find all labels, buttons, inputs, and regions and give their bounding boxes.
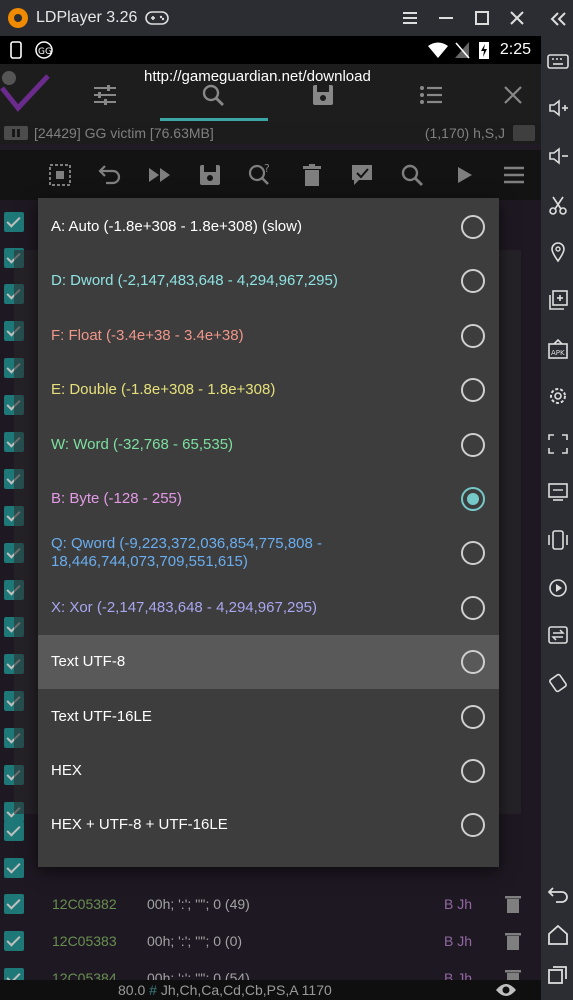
maximize-icon[interactable] (472, 8, 492, 28)
emulator-titlebar: LDPlayer 3.26 (0, 0, 573, 36)
collapse-sidebar-icon[interactable] (547, 8, 569, 30)
rotate-icon[interactable] (547, 672, 569, 694)
volume-up-icon[interactable] (547, 97, 569, 119)
sync-icon[interactable] (547, 624, 569, 646)
android-statusbar: GG 2:25 (0, 36, 541, 64)
radio-button[interactable] (461, 813, 485, 838)
type-option-label: E: Double (-1.8e+308 - 1.8e+308) (51, 381, 276, 399)
radio-button[interactable] (461, 650, 485, 675)
screen-record-icon[interactable] (547, 481, 569, 503)
settings-sliders-icon[interactable] (92, 82, 118, 108)
type-option-label: D: Dword (-2,147,483,648 - 4,294,967,295… (51, 272, 338, 290)
radio-button[interactable] (461, 215, 485, 239)
gamepad-icon[interactable] (145, 10, 170, 26)
shake-icon[interactable] (547, 529, 569, 551)
type-option[interactable]: HEX + UTF-8 + UTF-16LE (38, 798, 499, 852)
type-option[interactable]: E: Double (-1.8e+308 - 1.8e+308) (38, 363, 499, 417)
close-icon[interactable] (507, 8, 527, 28)
type-option[interactable]: W: Word (-32,768 - 65,535) (38, 418, 499, 472)
type-option[interactable]: Text UTF-8 (38, 635, 499, 690)
apk-install-icon[interactable]: APK (547, 338, 569, 360)
gg-logo-icon (0, 71, 50, 112)
value-type-dropdown: A: Auto (-1.8e+308 - 1.8e+308) (slow) D: … (38, 198, 499, 867)
type-option[interactable]: Q: Qword (-9,223,372,036,854,775,808 - 1… (38, 526, 499, 580)
ldplayer-logo-icon (8, 8, 28, 28)
multi-instance-icon[interactable] (547, 289, 569, 311)
type-option-label: HEX + UTF-8 + UTF-16LE (51, 816, 228, 834)
svg-text:GG: GG (38, 47, 52, 57)
type-option[interactable]: F: Float (-3.4e+38 - 3.4e+38) (38, 309, 499, 363)
location-icon[interactable] (547, 241, 569, 263)
scissors-icon[interactable] (547, 194, 569, 216)
no-signal-icon (455, 42, 470, 59)
radio-button[interactable] (461, 541, 485, 566)
gg-header: http://gameguardian.net/download (0, 64, 541, 122)
list-tab-icon[interactable] (418, 82, 444, 108)
radio-button[interactable] (461, 704, 485, 729)
phone-icon (10, 41, 22, 59)
recent-apps-icon[interactable] (547, 964, 569, 986)
fullscreen-icon[interactable] (547, 433, 569, 455)
type-option[interactable]: B: Byte (-128 - 255) (38, 472, 499, 526)
wifi-icon (428, 42, 448, 58)
radio-button[interactable] (461, 432, 485, 457)
radio-button[interactable] (461, 269, 485, 294)
window-title: LDPlayer 3.26 (36, 9, 138, 26)
type-option-label: HEX (51, 762, 82, 779)
svg-text:APK: APK (551, 349, 565, 357)
close-gg-icon[interactable] (500, 82, 526, 108)
radio-button[interactable] (461, 323, 485, 348)
type-option[interactable]: D: Dword (-2,147,483,648 - 4,294,967,295… (38, 254, 499, 308)
type-option-label: Q: Qword (-9,223,372,036,854,775,808 - 1… (51, 535, 323, 571)
radio-button[interactable] (461, 595, 485, 620)
type-option-label: A: Auto (-1.8e+308 - 1.8e+308) (slow) (51, 218, 302, 235)
search-tab-icon[interactable] (200, 82, 226, 108)
battery-charging-icon (479, 42, 489, 59)
keyboard-icon[interactable] (547, 50, 569, 72)
type-option[interactable]: A: Auto (-1.8e+308 - 1.8e+308) (slow) (38, 200, 499, 254)
gg-notification-icon: GG (35, 41, 53, 59)
clock: 2:25 (499, 41, 531, 58)
minimize-icon[interactable] (436, 8, 456, 28)
active-tab-indicator (160, 118, 268, 121)
type-option-label: F: Float (-3.4e+38 - 3.4e+38) (51, 326, 244, 344)
type-option-label: W: Word (-32,768 - 65,535) (51, 435, 234, 453)
emulator-sidebar: APK (541, 0, 573, 1000)
saved-list-tab-icon[interactable] (310, 82, 336, 108)
type-option[interactable]: Text UTF-16LE (38, 690, 499, 744)
type-option-label: Text UTF-8 (51, 653, 126, 671)
menu-icon[interactable] (400, 8, 420, 28)
back-icon[interactable] (547, 882, 569, 904)
type-option-label: Text UTF-16LE (51, 707, 152, 725)
type-option-label: X: Xor (-2,147,483,648 - 4,294,967,295) (51, 598, 318, 616)
type-option[interactable]: X: Xor (-2,147,483,648 - 4,294,967,295) (38, 581, 499, 635)
radio-button[interactable] (461, 378, 485, 403)
home-icon[interactable] (547, 924, 569, 946)
android-screen: GG 2:25 http://gameguardian.net/download… (0, 36, 541, 1000)
type-option-label: B: Byte (-128 - 255) (51, 490, 182, 507)
volume-down-icon[interactable] (547, 145, 569, 167)
settings-gear-icon[interactable] (547, 385, 569, 407)
download-url[interactable]: http://gameguardian.net/download (144, 68, 371, 85)
macro-record-icon[interactable] (547, 577, 569, 599)
radio-button[interactable] (461, 759, 485, 783)
type-option[interactable]: HEX (38, 744, 499, 798)
radio-button[interactable] (461, 487, 485, 511)
